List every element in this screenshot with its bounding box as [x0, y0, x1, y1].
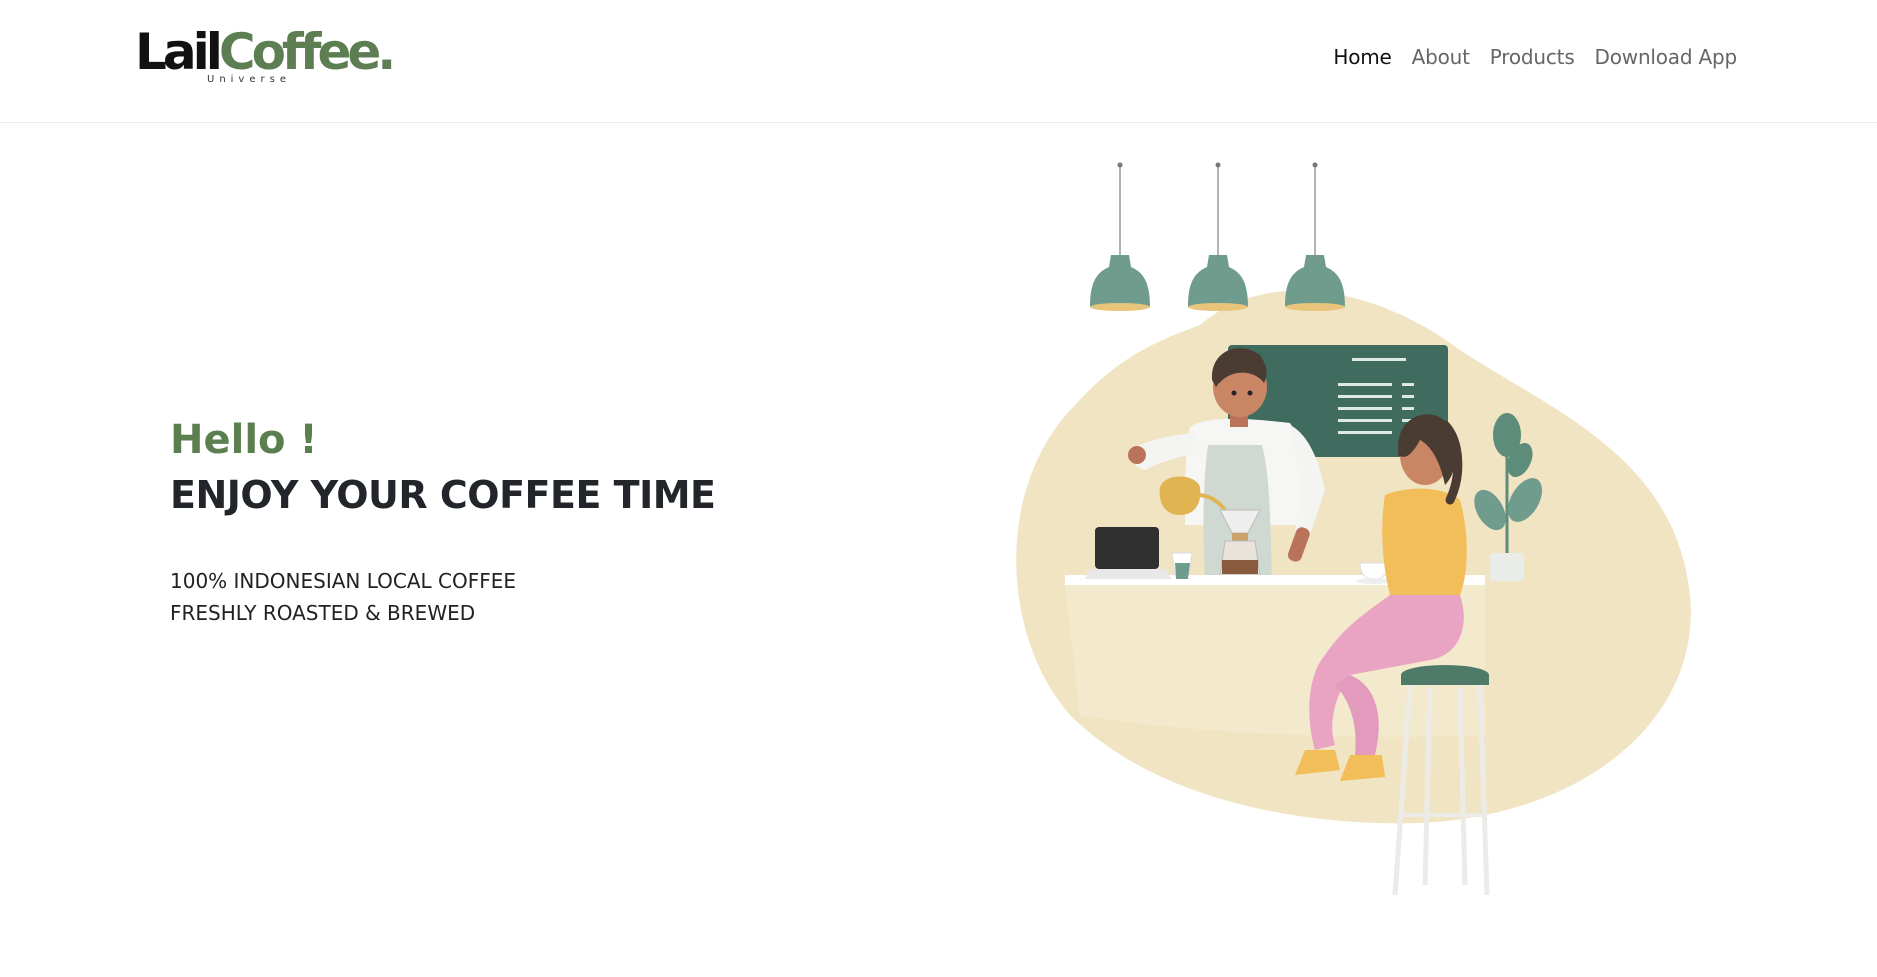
hero-subline-1: 100% INDONESIAN LOCAL COFFEE [170, 569, 517, 593]
pendant-lamp-1 [1090, 162, 1150, 311]
nav-products[interactable]: Products [1490, 45, 1575, 69]
nav-about[interactable]: About [1412, 45, 1470, 69]
brand-wordmark: LailCoffee. [135, 22, 396, 82]
pendant-lamp-2 [1188, 162, 1248, 311]
nav-home[interactable]: Home [1333, 45, 1391, 69]
navbar: LailCoffee. Universe Home About Products… [0, 0, 1877, 123]
brand-logo[interactable]: LailCoffee. Universe [135, 22, 396, 92]
main-nav: Home About Products Download App [1333, 45, 1737, 69]
brand-wordmark-lail: Lail [135, 23, 223, 81]
brand-tagline: Universe [207, 74, 291, 85]
nav-download-app[interactable]: Download App [1595, 45, 1738, 69]
hero-subline-2: FRESHLY ROASTED & BREWED [170, 601, 476, 625]
pendant-lamp-3 [1285, 162, 1345, 311]
hero-greeting: Hello ! [170, 417, 318, 463]
hero-headline: ENJOY YOUR COFFEE TIME [170, 473, 716, 517]
coffee-shop-illustration [1016, 162, 1691, 896]
hero-text: Hello ! ENJOY YOUR COFFEE TIME 100% INDO… [170, 415, 716, 629]
pendant-lamps [1090, 162, 1345, 311]
laptop [1085, 527, 1172, 579]
brand-wordmark-coffee: Coffee. [218, 23, 396, 81]
